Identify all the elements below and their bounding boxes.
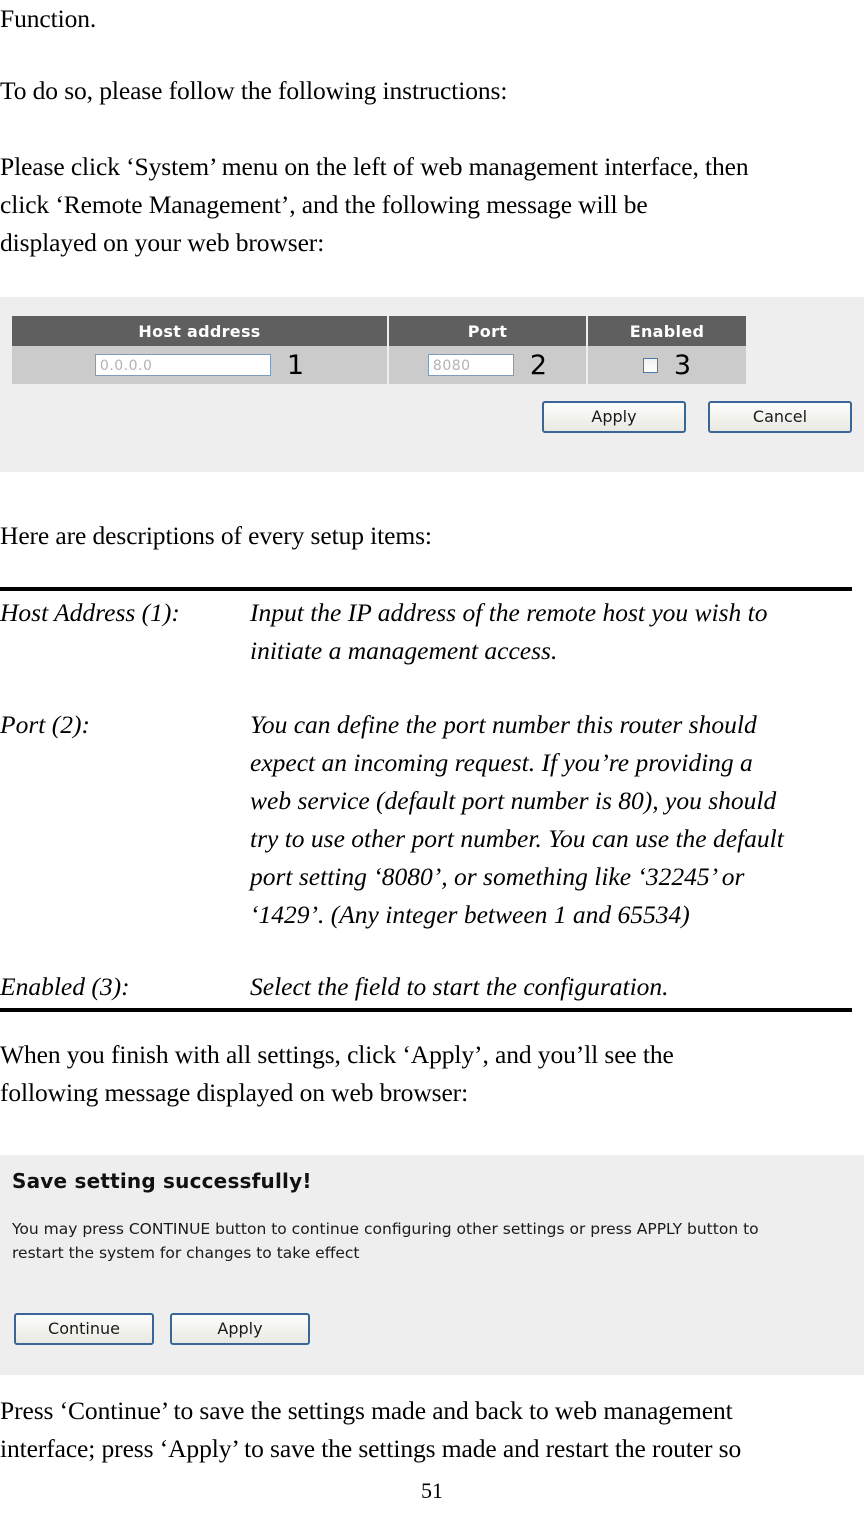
callout-marker-2: 2 — [529, 349, 548, 381]
save-setting-body: You may press CONTINUE button to continu… — [12, 1217, 850, 1265]
save-setting-title: Save setting successfully! — [12, 1169, 312, 1193]
paragraph-system-menu-line3: displayed on your web browser: — [0, 228, 325, 257]
column-header-port: Port — [388, 316, 588, 346]
apply-button-2[interactable]: Apply — [170, 1313, 310, 1345]
paragraph-system-menu-line2: click ‘Remote Management’, and the follo… — [0, 190, 648, 219]
definition-line: You can define the port number this rout… — [250, 710, 757, 739]
save-setting-body-line1: You may press CONTINUE button to continu… — [12, 1220, 759, 1238]
column-header-host-address: Host address — [12, 316, 389, 346]
save-setting-screenshot: Save setting successfully! You may press… — [0, 1155, 864, 1375]
continue-button[interactable]: Continue — [14, 1313, 154, 1345]
definition-line: initiate a management access. — [250, 636, 558, 665]
remote-management-table: Host address Port Enabled 0.0.0.0 1 8080… — [12, 316, 746, 384]
definition-description-enabled: Select the field to start the configurat… — [250, 968, 860, 1006]
port-input[interactable]: 8080 — [427, 354, 514, 376]
definition-line: expect an incoming request. If you’re pr… — [250, 748, 753, 777]
host-address-input[interactable]: 0.0.0.0 — [94, 354, 271, 376]
definition-line: try to use other port number. You can us… — [250, 824, 784, 853]
paragraph-press-continue-line1: Press ‘Continue’ to save the settings ma… — [0, 1396, 733, 1425]
save-setting-body-line2: restart the system for changes to take e… — [12, 1244, 360, 1262]
save-setting-button-row: Continue Apply — [14, 1313, 310, 1345]
definition-line: ‘1429’. (Any integer between 1 and 65534… — [250, 900, 690, 929]
definition-description-port: You can define the port number this rout… — [250, 706, 860, 934]
definition-term-host-address: Host Address (1): — [0, 598, 180, 627]
paragraph-finish-settings-line2: following message displayed on web brows… — [0, 1078, 469, 1107]
page-number: 51 — [421, 1478, 443, 1503]
cell-port: 8080 2 — [388, 346, 588, 384]
paragraph-press-continue-line2: interface; press ‘Apply’ to save the set… — [0, 1434, 742, 1463]
definition-line: web service (default port number is 80),… — [250, 786, 777, 815]
enabled-checkbox[interactable] — [642, 357, 658, 373]
definitions-top-rule — [0, 587, 852, 591]
cell-enabled: 3 — [587, 346, 746, 384]
paragraph-function: Function. — [0, 4, 97, 33]
definition-term-port: Port (2): — [0, 710, 90, 739]
manual-page: Function. To do so, please follow the fo… — [0, 0, 864, 1524]
paragraph-descriptions-intro: Here are descriptions of every setup ite… — [0, 521, 432, 550]
callout-marker-1: 1 — [286, 349, 305, 381]
table-header-row: Host address Port Enabled — [12, 316, 746, 346]
definition-term-enabled: Enabled (3): — [0, 972, 130, 1001]
paragraph-system-menu-line1: Please click ‘System’ menu on the left o… — [0, 152, 749, 181]
callout-marker-3: 3 — [673, 349, 692, 381]
apply-button[interactable]: Apply — [542, 401, 686, 433]
cancel-button[interactable]: Cancel — [708, 401, 852, 433]
cell-host-address: 0.0.0.0 1 — [12, 346, 389, 384]
definition-line: Select the field to start the configurat… — [250, 972, 669, 1001]
definitions-bottom-rule — [0, 1008, 852, 1012]
paragraph-instructions-intro: To do so, please follow the following in… — [0, 76, 508, 105]
paragraph-finish-settings-line1: When you finish with all settings, click… — [0, 1040, 674, 1069]
remote-management-button-row: Apply Cancel — [0, 401, 852, 433]
definition-line: port setting ‘8080’, or something like ‘… — [250, 862, 745, 891]
remote-management-screenshot: Host address Port Enabled 0.0.0.0 1 8080… — [0, 297, 864, 472]
column-header-enabled: Enabled — [587, 316, 746, 346]
definition-line: Input the IP address of the remote host … — [250, 598, 768, 627]
table-row: 0.0.0.0 1 8080 2 3 — [12, 346, 746, 384]
definition-description-host-address: Input the IP address of the remote host … — [250, 594, 860, 670]
